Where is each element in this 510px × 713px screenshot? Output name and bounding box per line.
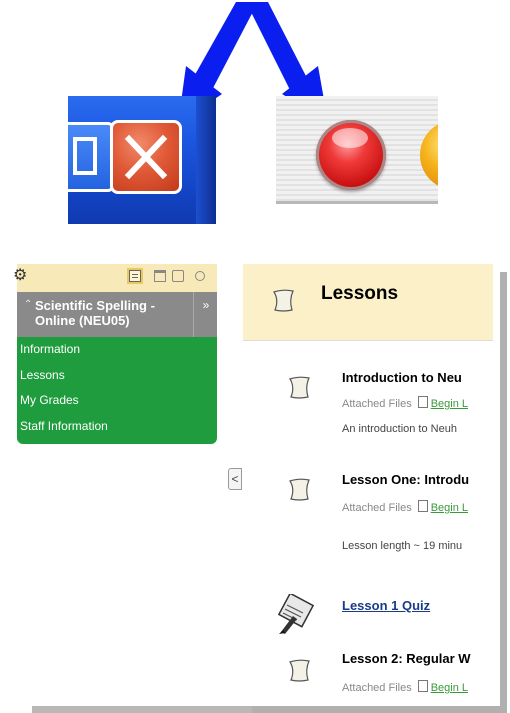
pin-icon[interactable] [195,271,205,281]
file-icon [417,500,428,512]
maximize-button[interactable] [68,122,114,192]
menu-link-lessons[interactable]: Lessons [17,363,217,389]
lesson-title[interactable]: Introduction to Neu [342,370,462,385]
attached-files: Attached Files Begin L [342,396,469,410]
course-menu-toolbar: ⚙ [13,264,217,292]
mac-close-icon[interactable] [316,120,386,190]
attached-files: Attached Files Begin L [342,500,469,514]
lesson-title[interactable]: Lesson One: Introdu [342,472,469,487]
file-icon [417,680,428,692]
windows-titlebar-crop [68,96,216,224]
file-link[interactable]: Begin L [431,398,468,410]
chevron-left-icon[interactable]: < [228,468,242,490]
attached-files: Attached Files Begin L [342,680,469,694]
mac-titlebar-crop [276,96,438,224]
window-view-icon[interactable] [172,270,184,282]
menu-link-information[interactable]: Information [17,337,217,363]
lesson-title[interactable]: Lesson 2: Regular W [342,651,471,666]
mac-minimize-icon[interactable] [420,120,438,190]
lessons-content: Lessons Introduction to Neu Attached Fil… [243,264,493,704]
file-icon [417,396,428,408]
course-menu-links: Information Lessons My Grades Staff Info… [17,337,217,444]
page-title: Lessons [321,283,399,304]
gear-icon[interactable]: ⚙ [13,265,27,285]
course-menu: ⚙ ⌃ Scientific Spelling - Online (NEU05)… [13,264,217,444]
folder-view-icon[interactable] [154,270,166,282]
lesson-description: An introduction to Neuh [342,423,457,435]
double-chevron-right-icon[interactable]: » [193,292,218,337]
quiz-link[interactable]: Lesson 1 Quiz [342,598,430,613]
course-header[interactable]: ⌃ Scientific Spelling - Online (NEU05) » [17,292,217,337]
document-icon [289,659,310,682]
document-icon [289,478,310,501]
menu-link-staff-information[interactable]: Staff Information [17,414,217,440]
list-view-icon[interactable] [127,268,143,284]
xp-close-icon[interactable] [110,120,182,194]
chevron-up-icon[interactable]: ⌃ [24,299,32,310]
document-icon [289,376,310,399]
file-link[interactable]: Begin L [431,682,468,694]
document-icon [273,289,294,312]
file-link[interactable]: Begin L [431,502,468,514]
lessons-header: Lessons [243,264,493,341]
menu-link-my-grades[interactable]: My Grades [17,388,217,414]
lesson-description: Lesson length ~ 19 minu [342,540,463,552]
course-title[interactable]: Scientific Spelling - Online (NEU05) [35,298,185,328]
quiz-icon [277,594,315,634]
